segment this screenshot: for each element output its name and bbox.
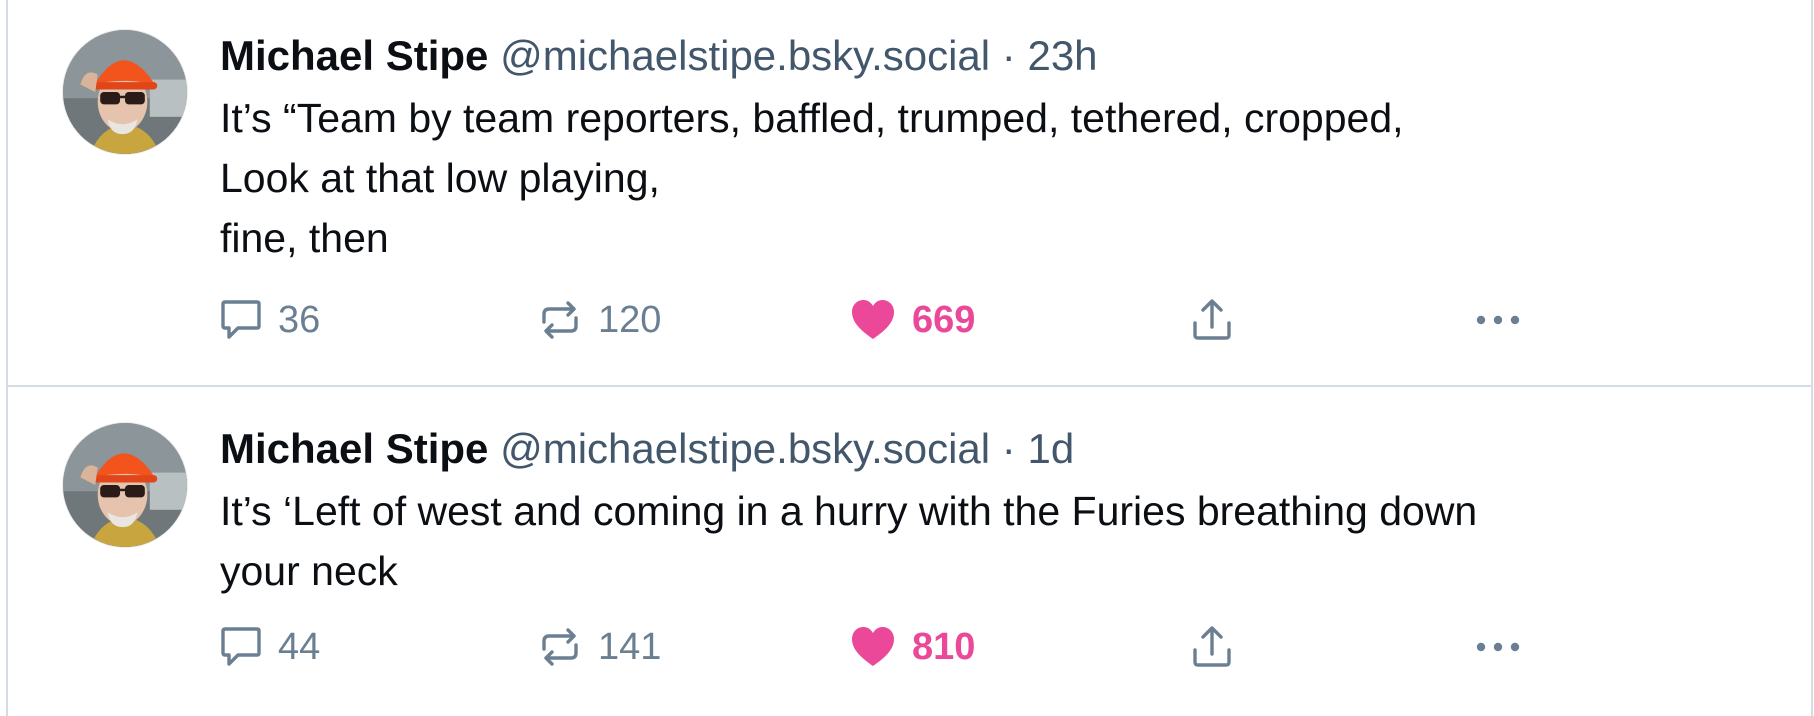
post-timestamp[interactable]: 23h <box>1027 32 1097 79</box>
speech-bubble-icon <box>221 300 261 339</box>
avatar-image <box>63 30 187 154</box>
post-actions: 36 120 669 <box>220 292 1771 348</box>
avatar[interactable] <box>63 30 187 154</box>
share-button[interactable] <box>1190 292 1234 348</box>
reply-button[interactable]: 44 <box>220 619 320 675</box>
like-count: 669 <box>912 298 976 341</box>
post-item[interactable]: Michael Stipe @michaelstipe.bsky.social … <box>8 387 1811 714</box>
share-button[interactable] <box>1190 619 1234 675</box>
more-options-button[interactable] <box>1475 292 1521 348</box>
like-button[interactable]: 810 <box>850 619 975 675</box>
more-options-button[interactable] <box>1475 619 1521 675</box>
avatar[interactable] <box>63 423 187 547</box>
repost-arrows-icon <box>542 628 578 666</box>
post-content: Michael Stipe @michaelstipe.bsky.social … <box>220 421 1771 601</box>
repost-arrows-icon <box>542 301 578 339</box>
repost-count: 120 <box>598 298 662 341</box>
post-header: Michael Stipe @michaelstipe.bsky.social … <box>220 28 1771 84</box>
repost-button[interactable]: 120 <box>538 292 661 348</box>
post-actions: 44 141 810 <box>220 619 1771 675</box>
reply-button[interactable]: 36 <box>220 292 320 348</box>
post-feed: Michael Stipe @michaelstipe.bsky.social … <box>6 0 1813 716</box>
author-handle[interactable]: @michaelstipe.bsky.social <box>500 32 990 79</box>
more-dots-icon <box>1476 315 1520 325</box>
repost-count: 141 <box>598 625 662 668</box>
post-content: Michael Stipe @michaelstipe.bsky.social … <box>220 28 1771 268</box>
heart-icon <box>852 300 894 339</box>
repost-button[interactable]: 141 <box>538 619 661 675</box>
post-text: It’s “Team by team reporters, baffled, t… <box>220 95 1404 261</box>
like-count: 810 <box>912 625 976 668</box>
reply-count: 44 <box>278 625 321 668</box>
author-name[interactable]: Michael Stipe <box>220 32 488 79</box>
post-timestamp[interactable]: 1d <box>1027 425 1074 472</box>
speech-bubble-icon <box>221 627 261 666</box>
post-item[interactable]: Michael Stipe @michaelstipe.bsky.social … <box>8 0 1811 387</box>
meta-separator: · <box>1001 425 1016 472</box>
author-handle[interactable]: @michaelstipe.bsky.social <box>500 425 990 472</box>
post-header: Michael Stipe @michaelstipe.bsky.social … <box>220 421 1771 477</box>
heart-icon <box>852 627 894 666</box>
more-dots-icon <box>1476 642 1520 652</box>
post-text: It’s ‘Left of west and coming in a hurry… <box>220 488 1478 594</box>
avatar-image <box>63 423 187 547</box>
meta-separator: · <box>1001 32 1016 79</box>
reply-count: 36 <box>278 298 321 341</box>
share-upload-icon <box>1193 299 1231 340</box>
like-button[interactable]: 669 <box>850 292 975 348</box>
author-name[interactable]: Michael Stipe <box>220 425 488 472</box>
share-upload-icon <box>1193 626 1231 667</box>
